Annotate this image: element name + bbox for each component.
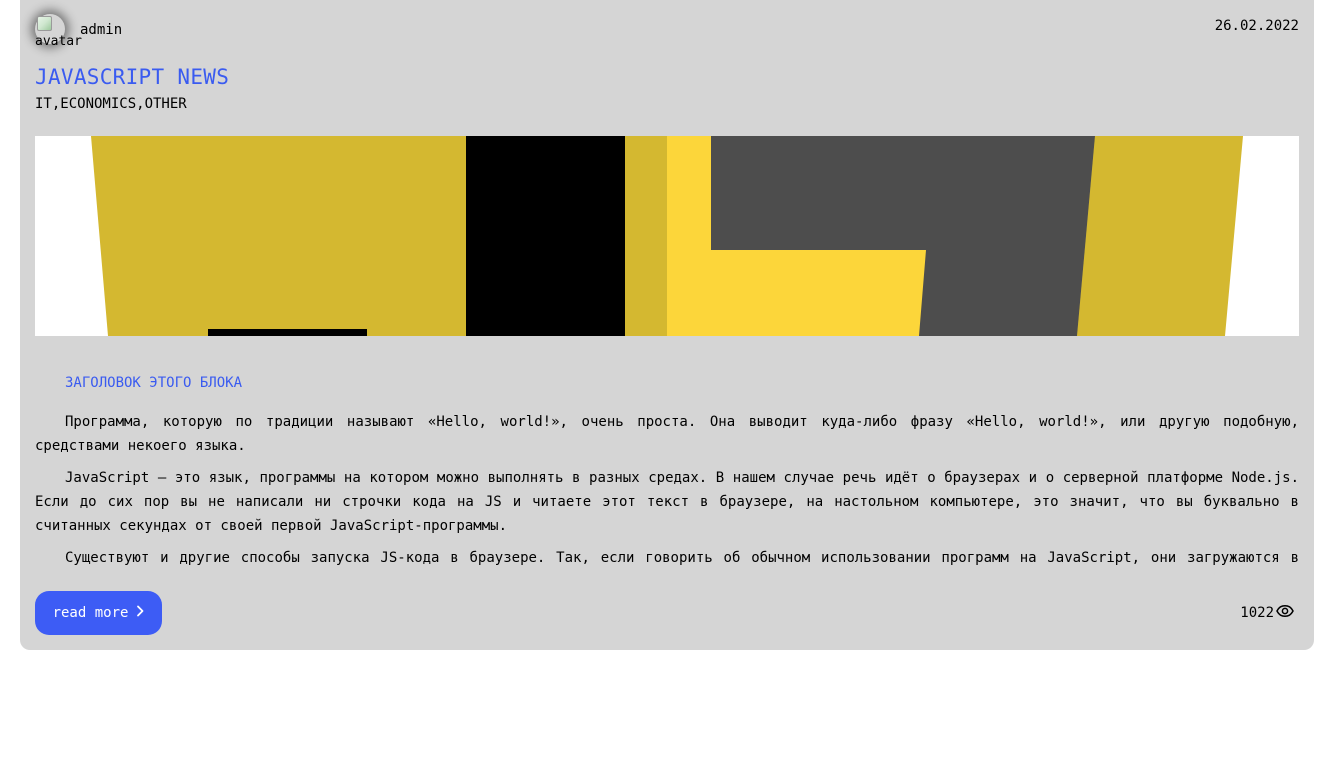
read-more-label: read more [52, 605, 129, 621]
post-paragraph: Существуют и другие способы запуска JS-к… [65, 550, 1299, 566]
block-heading: ЗАГОЛОВОК ЭТОГО БЛОКА [65, 375, 243, 391]
avatar-alt-text: avatar [35, 34, 82, 49]
read-more-button[interactable]: read more [35, 591, 162, 635]
views-count: 1022 [1240, 605, 1274, 621]
chevron-right-icon [136, 605, 144, 621]
views-counter: 1022 [1240, 604, 1294, 622]
author-name[interactable]: admin [80, 22, 122, 38]
post-paragraph: Программа, которую по традиции называют … [35, 414, 1299, 454]
eye-icon [1276, 604, 1294, 622]
post-title[interactable]: JAVASCRIPT NEWS [35, 64, 229, 90]
post-author: avatar admin [35, 14, 122, 49]
post-card: avatar admin 26.02.2022 JAVASCRIPT NEWS … [20, 0, 1314, 650]
broken-image-icon [37, 16, 52, 31]
post-paragraph: JavaScript — это язык, программы на кото… [35, 470, 1299, 534]
post-date: 26.02.2022 [1214, 18, 1299, 34]
post-cover-image [35, 136, 1299, 336]
javascript-logo-image [35, 136, 1299, 336]
post-tags: IT,ECONOMICS,OTHER [35, 96, 187, 112]
post-text: Программа, которую по традиции называют … [35, 410, 1299, 572]
avatar[interactable]: avatar [35, 14, 82, 49]
